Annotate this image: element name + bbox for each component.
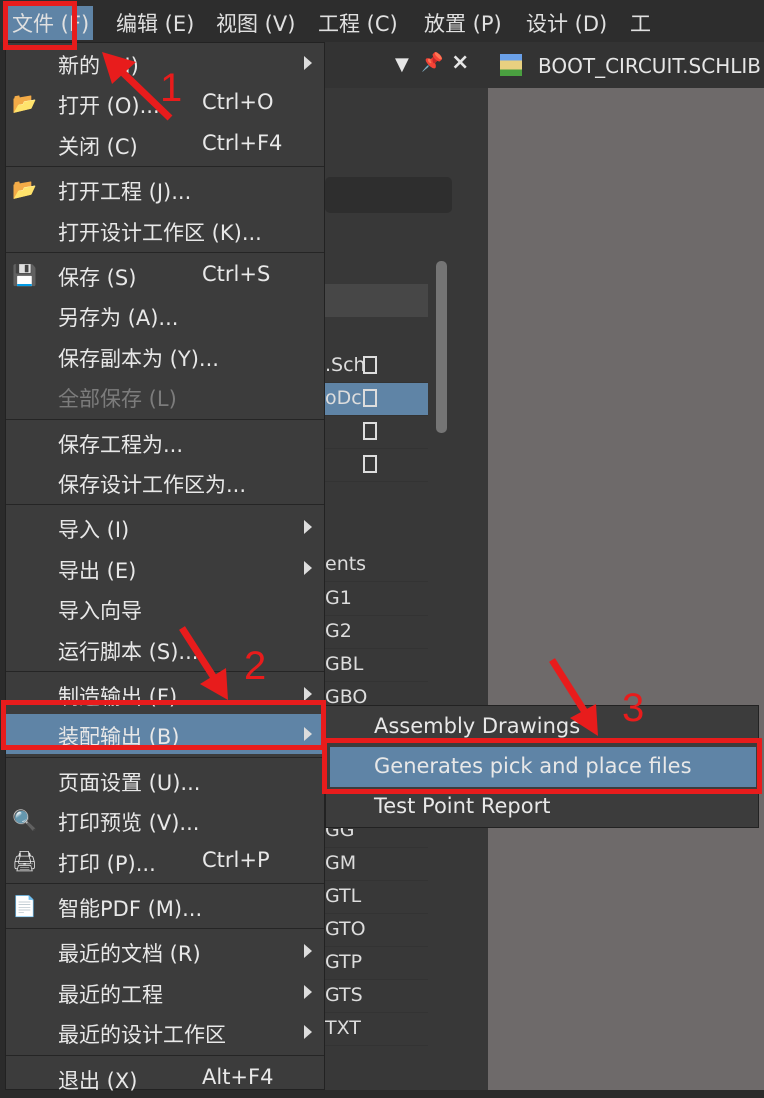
arrow-1: [115, 65, 173, 121]
arrow-2: [179, 626, 221, 686]
annotation-arrows: [102, 52, 598, 736]
